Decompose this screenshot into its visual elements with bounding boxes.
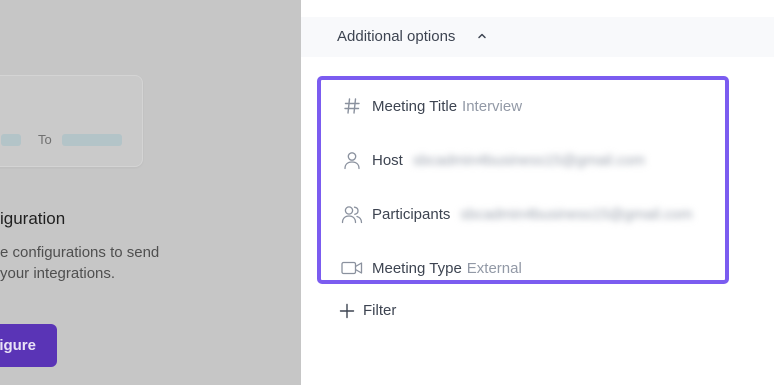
users-icon xyxy=(341,203,363,225)
filter-value: External xyxy=(466,259,522,277)
plus-icon xyxy=(339,303,355,318)
user-icon xyxy=(341,149,363,171)
flow-source-placeholder xyxy=(1,134,21,146)
configure-button[interactable]: igure xyxy=(0,324,57,367)
flow-to-label: To xyxy=(38,132,52,147)
video-camera-icon xyxy=(341,257,363,279)
filter-value-redacted: sbcadmin4business15@gmail.com xyxy=(412,151,645,169)
add-filter-label: Filter xyxy=(363,302,397,319)
additional-options-toggle[interactable]: Additional options xyxy=(301,17,774,57)
filter-row-host[interactable]: Host sbcadmin4business15@gmail.com xyxy=(341,148,645,172)
filter-label: Host xyxy=(372,151,403,169)
additional-options-label: Additional options xyxy=(337,28,456,45)
configuration-description: e configurations to send your integratio… xyxy=(0,242,159,284)
filter-label: Participants xyxy=(372,205,451,223)
flow-preview-card: To xyxy=(0,75,143,167)
filter-value-redacted: sbcadmin4business15@gmail.com xyxy=(460,205,693,223)
dimmed-background-pane: To iguration e configurations to send yo… xyxy=(0,0,301,385)
filter-row-meeting-title[interactable]: Meeting Title Interview xyxy=(341,94,522,118)
filter-row-meeting-type[interactable]: Meeting Type External xyxy=(341,256,522,280)
hash-icon xyxy=(341,95,363,117)
configuration-description-line-2: your integrations. xyxy=(0,265,116,282)
filter-value: Interview xyxy=(462,97,523,115)
chevron-up-icon xyxy=(478,33,486,39)
add-filter-button[interactable]: Filter xyxy=(339,302,396,319)
filter-label: Meeting Type xyxy=(372,259,462,277)
filter-list-highlight: Meeting Title Interview Host sbcadmin4bu… xyxy=(317,76,729,284)
flow-destination-placeholder xyxy=(62,134,122,146)
filter-label: Meeting Title xyxy=(372,97,458,115)
filter-row-participants[interactable]: Participants sbcadmin4business15@gmail.c… xyxy=(341,202,692,226)
configuration-heading: iguration xyxy=(0,209,66,228)
app-root: To iguration e configurations to send yo… xyxy=(0,0,774,385)
configuration-description-line-1: e configurations to send xyxy=(0,244,160,261)
filter-side-panel: Additional options Meeting Title Intervi… xyxy=(301,0,774,385)
